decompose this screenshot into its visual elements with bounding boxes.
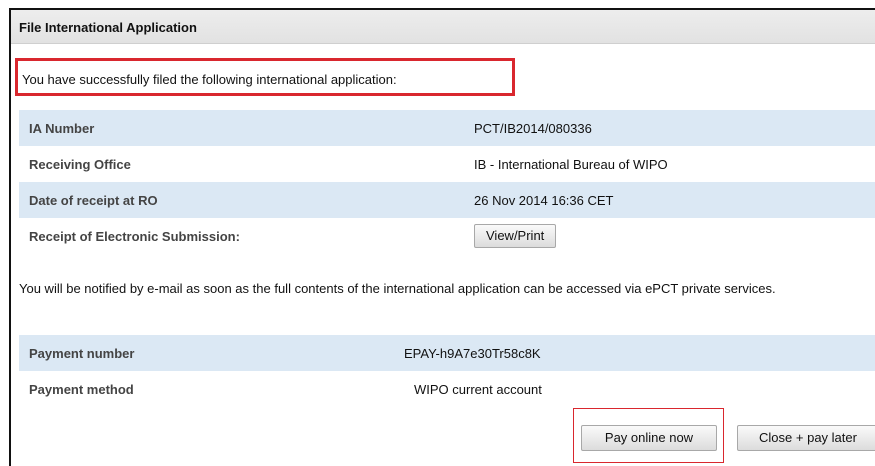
table-row: Payment method WIPO current account (19, 371, 875, 407)
success-message: You have successfully filed the followin… (22, 72, 397, 87)
success-message-box: You have successfully filed the followin… (15, 58, 515, 96)
table-row: Payment number EPAY-h9A7e30Tr58c8K (19, 335, 875, 371)
payment-number-label: Payment number (19, 335, 394, 371)
pay-online-now-button[interactable]: Pay online now (581, 425, 717, 451)
receiving-office-label: Receiving Office (19, 146, 464, 182)
receipt-date-value: 26 Nov 2014 16:36 CET (464, 182, 875, 218)
ia-number-label: IA Number (19, 110, 464, 146)
view-print-button[interactable]: View/Print (474, 224, 557, 248)
table-row: Receiving Office IB - International Bure… (19, 146, 875, 182)
payment-method-label: Payment method (19, 371, 394, 407)
table-row: Date of receipt at RO 26 Nov 2014 16:36 … (19, 182, 875, 218)
close-pay-later-button[interactable]: Close + pay later (737, 425, 875, 451)
electronic-receipt-cell: View/Print (464, 218, 875, 254)
table-row: Receipt of Electronic Submission: View/P… (19, 218, 875, 254)
receiving-office-value: IB - International Bureau of WIPO (464, 146, 875, 182)
panel-title: File International Application (19, 20, 197, 35)
application-details-table: IA Number PCT/IB2014/080336 Receiving Of… (19, 110, 875, 254)
notification-text: You will be notified by e-mail as soon a… (19, 281, 776, 296)
table-row: IA Number PCT/IB2014/080336 (19, 110, 875, 146)
file-application-panel: File International Application You have … (9, 8, 875, 466)
payment-details-table: Payment number EPAY-h9A7e30Tr58c8K Payme… (19, 335, 875, 407)
panel-header: File International Application (11, 10, 875, 44)
receipt-date-label: Date of receipt at RO (19, 182, 464, 218)
electronic-receipt-label: Receipt of Electronic Submission: (19, 218, 464, 254)
payment-number-value: EPAY-h9A7e30Tr58c8K (394, 335, 875, 371)
payment-method-value: WIPO current account (394, 371, 875, 407)
ia-number-value: PCT/IB2014/080336 (464, 110, 875, 146)
